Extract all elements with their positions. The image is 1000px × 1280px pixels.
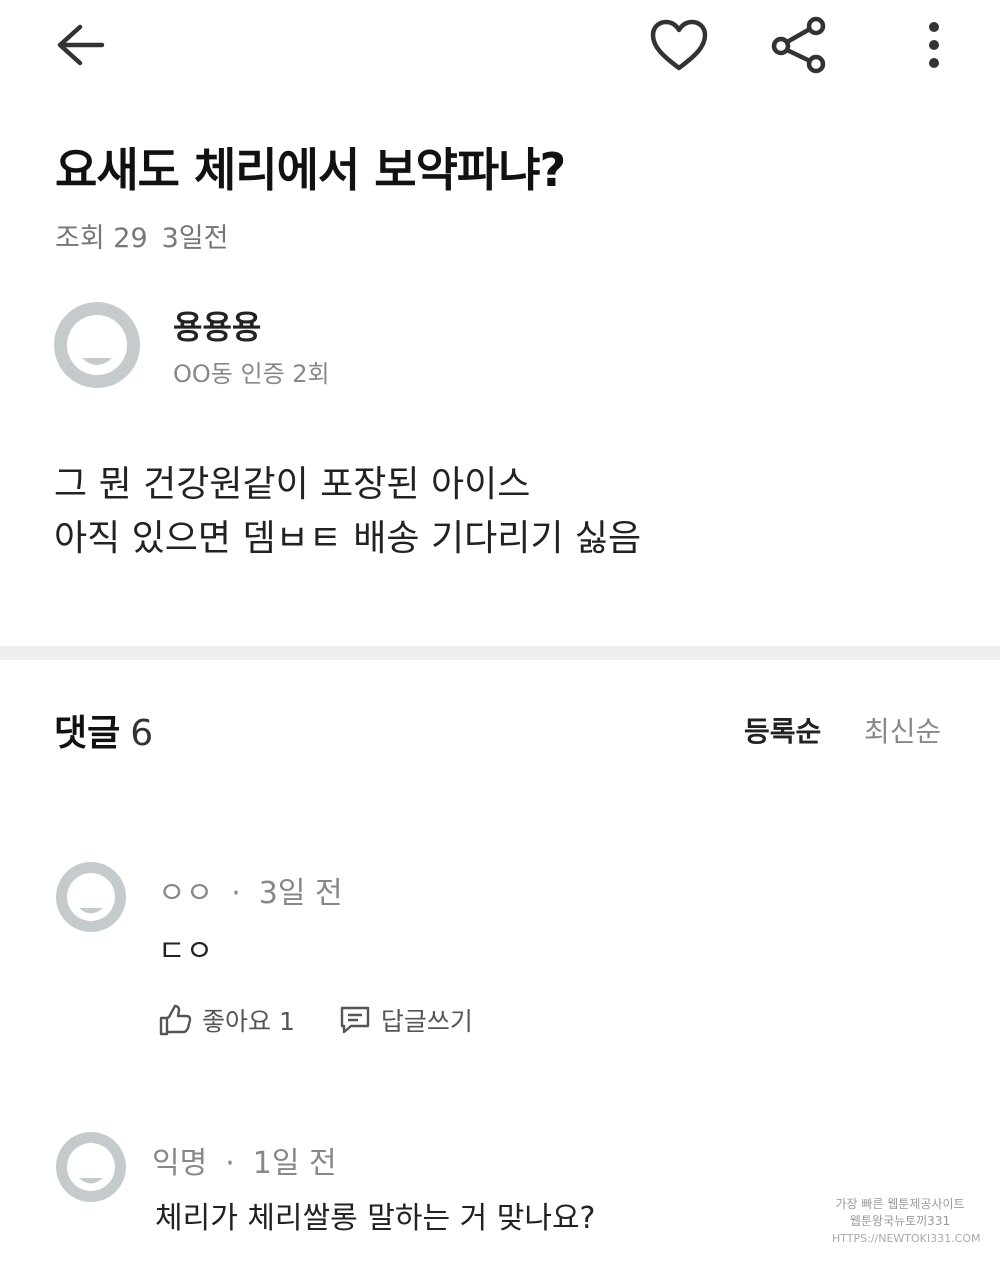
reply-button[interactable]: 답글쓰기 <box>339 1002 473 1038</box>
comment-actions: 좋아요 1 답글쓰기 <box>158 1000 473 1040</box>
like-button[interactable]: 좋아요 1 <box>158 1002 295 1038</box>
comments-label: 댓글 <box>54 713 121 754</box>
share-icon[interactable] <box>766 14 832 76</box>
sort-registered-button[interactable]: 등록순 <box>744 710 821 750</box>
watermark-line: 웹툰왕국뉴토끼331 <box>849 1214 951 1228</box>
comment-author[interactable]: 익명 <box>152 1146 207 1181</box>
watermark-line: 가장 빠른 웹툰제공사이트 <box>835 1197 965 1211</box>
like-label: 좋아요 1 <box>202 1007 295 1036</box>
watermark: 가장 빠른 웹툰제공사이트 웹툰왕국뉴토끼331 HTTPS://NEWTOKI… <box>832 1196 981 1247</box>
more-vertical-icon[interactable] <box>912 14 956 76</box>
comment-text: 체리가 체리쌀롱 말하는 거 맞나요? <box>155 1201 596 1236</box>
post-body-line: 아직 있으면 뎀ㅂㅌ 배송 기다리기 싫음 <box>54 518 642 559</box>
comment-header: ㅇㅇ · 3일 전 <box>158 868 343 912</box>
section-divider <box>0 646 1000 660</box>
comment-separator: · <box>231 876 241 911</box>
sort-latest-button[interactable]: 최신순 <box>864 710 941 750</box>
comment-author[interactable]: ㅇㅇ <box>158 876 213 911</box>
author-avatar[interactable] <box>54 302 140 388</box>
watermark-url: HTTPS://NEWTOKI331.COM <box>832 1232 981 1245</box>
comment-time: 1일 전 <box>252 1146 337 1181</box>
arrow-left-icon[interactable] <box>50 18 110 72</box>
top-bar <box>0 0 1000 90</box>
comment-avatar[interactable] <box>56 862 126 932</box>
comment-time: 3일 전 <box>258 876 343 911</box>
author-verification: OO동 인증 2회 <box>173 360 330 388</box>
comment-icon <box>340 1006 370 1034</box>
heart-icon[interactable] <box>646 14 712 76</box>
comment-text: ㄷㅇ <box>158 934 214 969</box>
reply-label: 답글쓰기 <box>380 1007 473 1036</box>
post-title: 요새도 체리에서 보약파냐? <box>55 143 566 197</box>
comment-separator: · <box>225 1146 235 1181</box>
view-count: 조회 29 <box>55 223 148 254</box>
post-age: 3일전 <box>161 223 229 254</box>
post-body-line: 그 뭔 건강원같이 포장된 아이스 <box>54 464 531 505</box>
comment-avatar[interactable] <box>56 1132 126 1202</box>
comments-header: 댓글 6 <box>54 704 153 756</box>
post-meta: 조회 29 3일전 <box>55 216 228 255</box>
comment-header: 익명 · 1일 전 <box>152 1138 337 1182</box>
comments-count: 6 <box>130 713 154 754</box>
post-body: 그 뭔 건강원같이 포장된 아이스 아직 있으면 뎀ㅂㅌ 배송 기다리기 싫음 <box>54 458 641 566</box>
author-name[interactable]: 용용용 <box>173 302 261 348</box>
thumbs-up-icon <box>159 1004 192 1036</box>
